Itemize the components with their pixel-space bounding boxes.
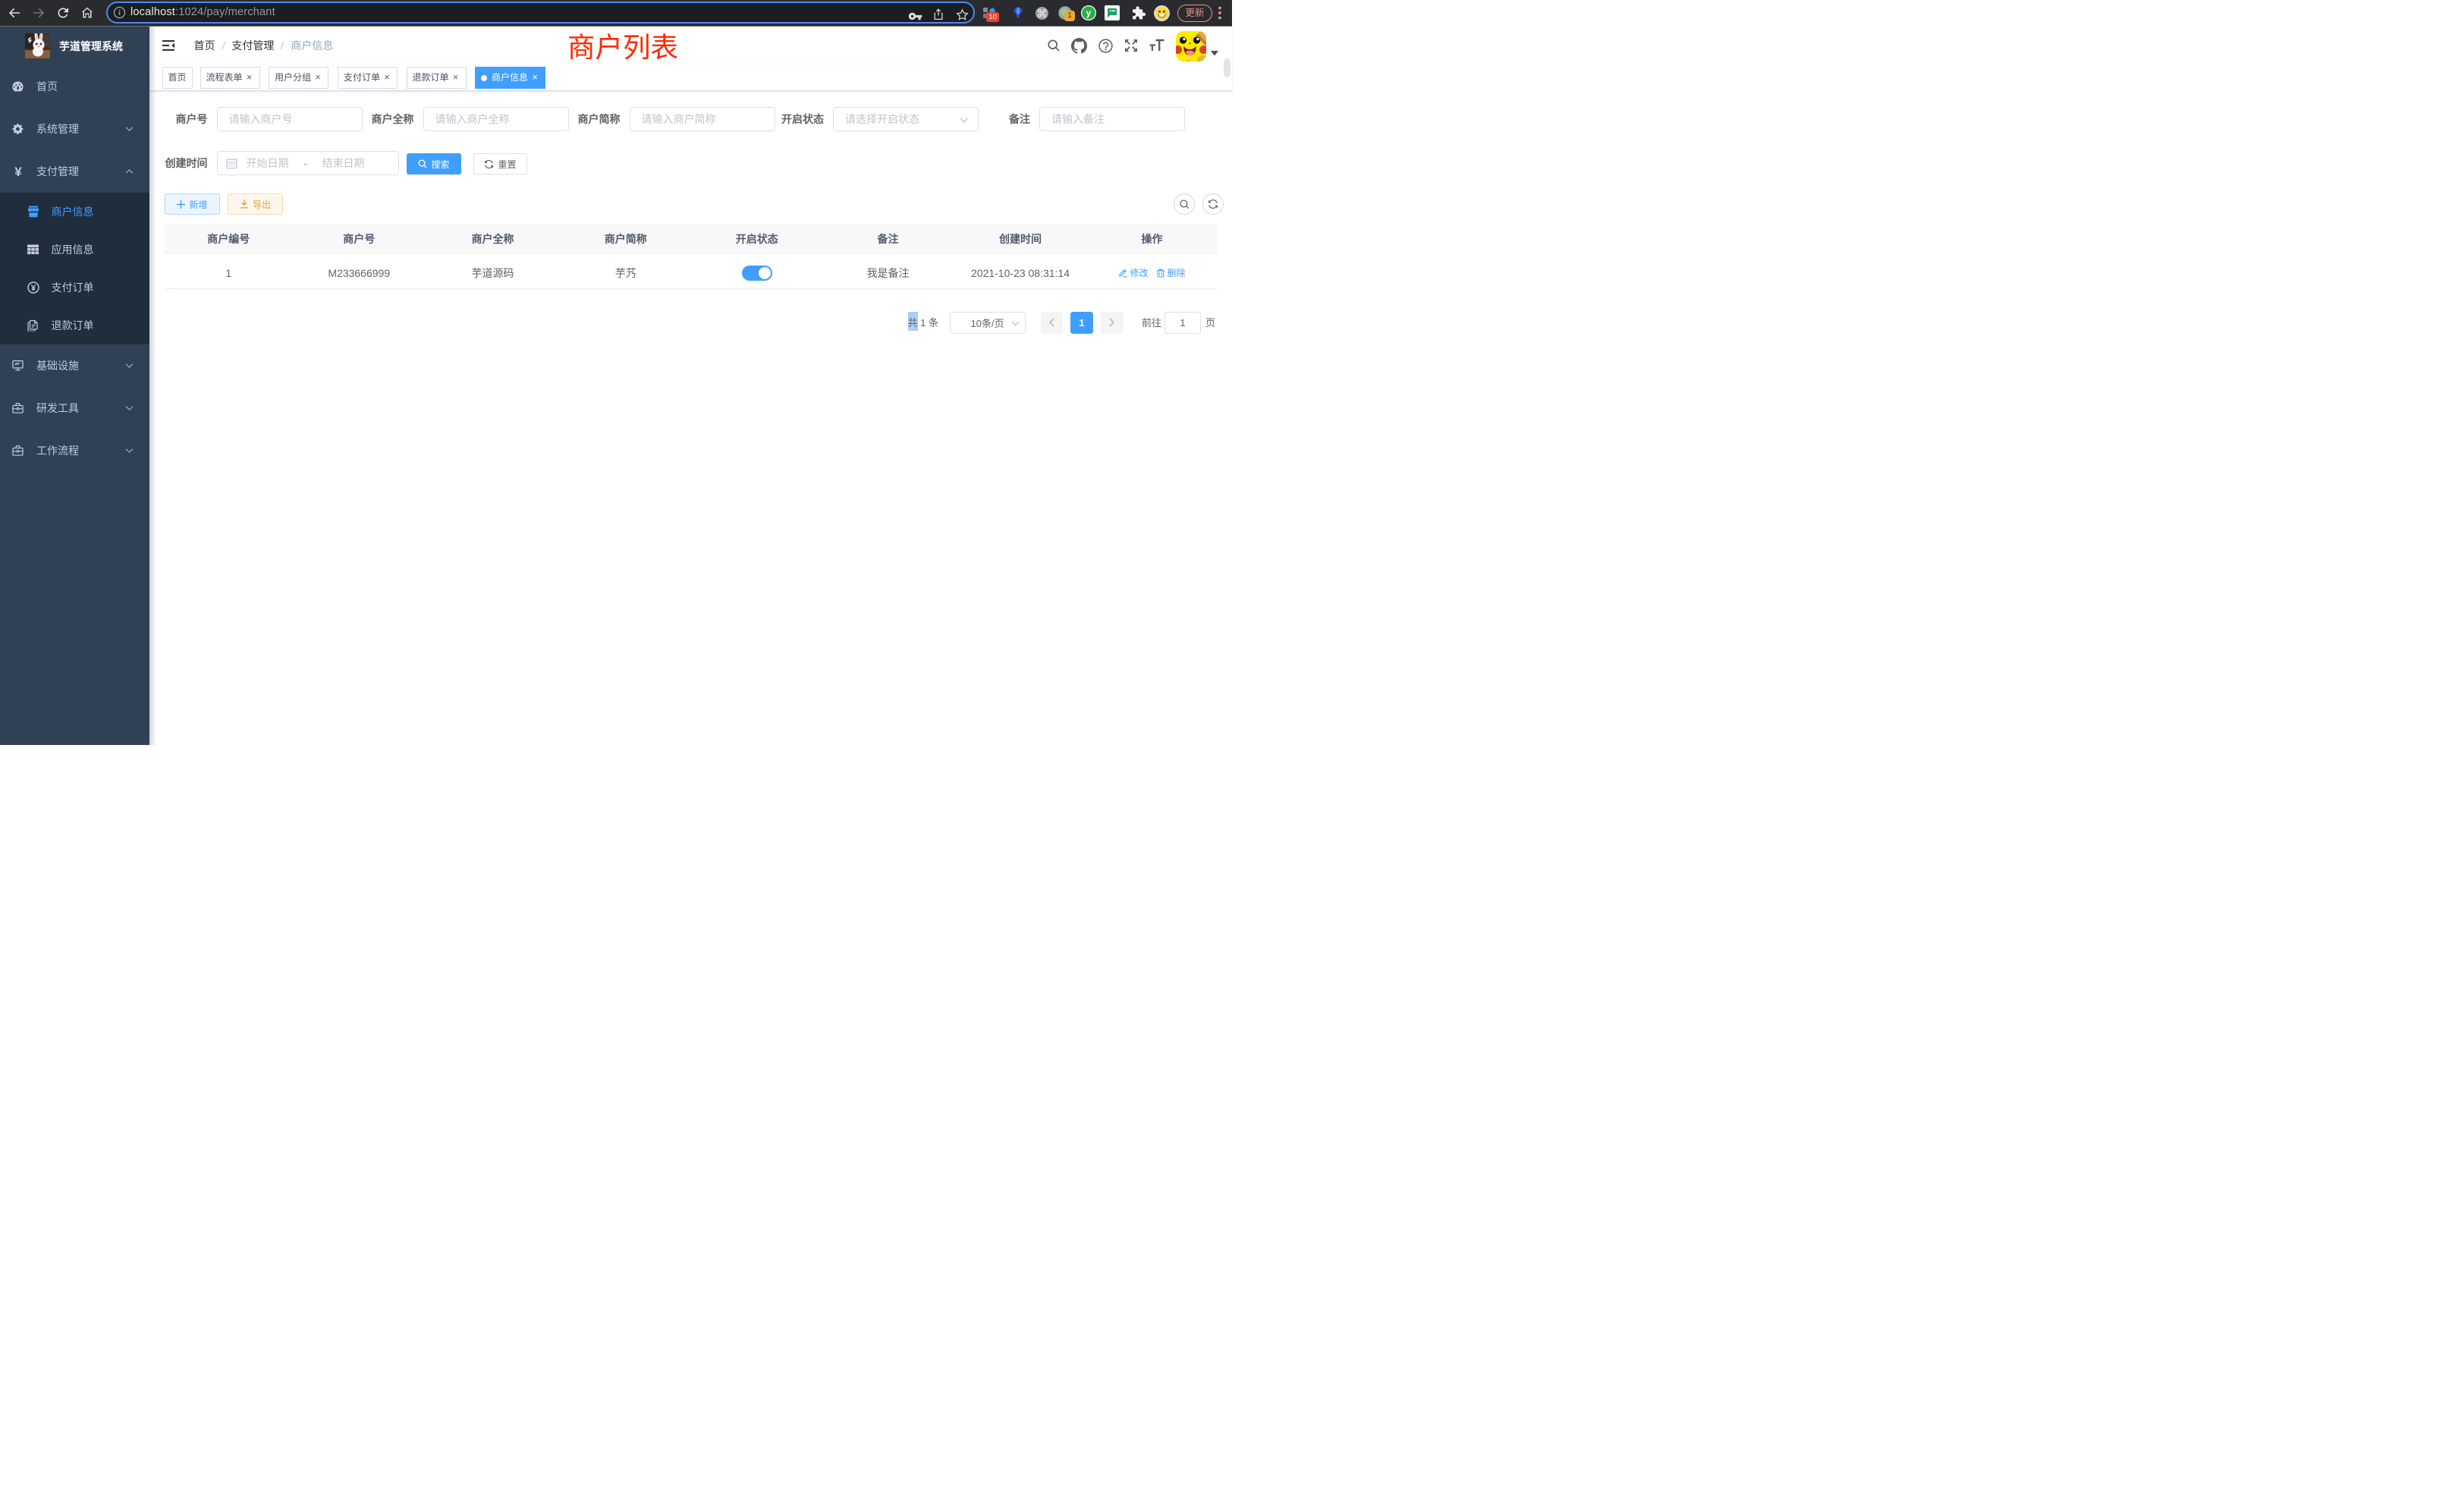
svg-text:y: y xyxy=(1086,8,1092,18)
svg-text:¥: ¥ xyxy=(14,165,22,178)
